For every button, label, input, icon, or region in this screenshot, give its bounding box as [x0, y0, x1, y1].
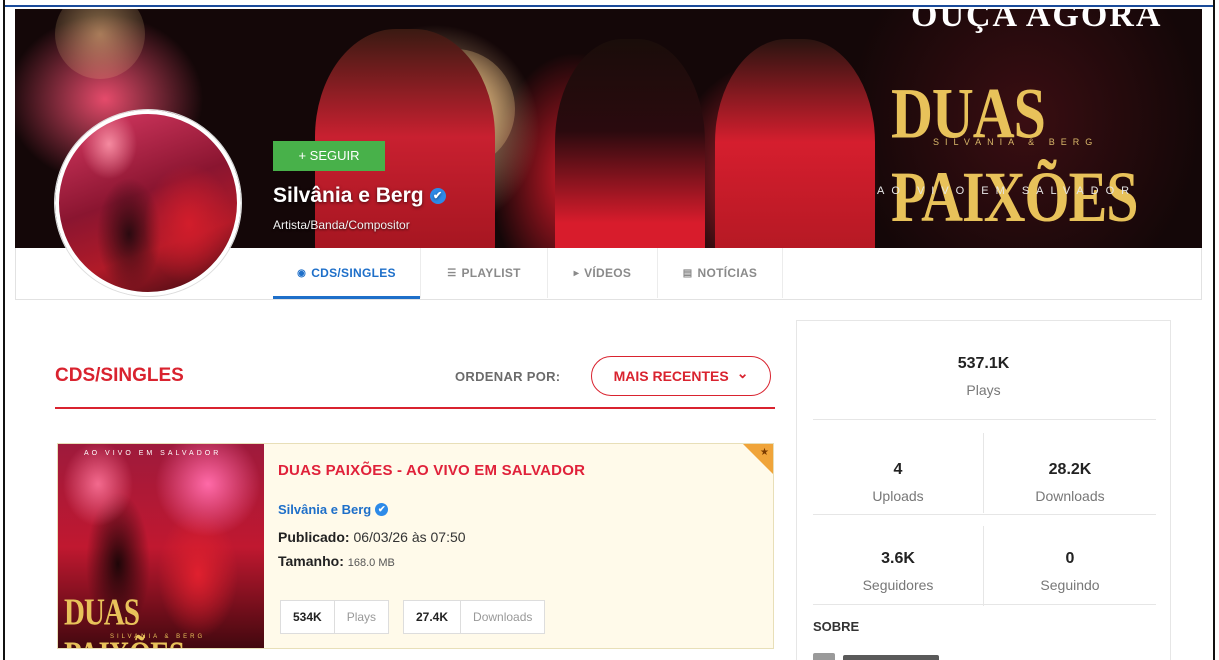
downloads-total-label: Downloads	[1035, 488, 1105, 504]
divider	[983, 433, 984, 513]
banner-album-sub: SILVANIA & BERG	[933, 137, 1099, 147]
plays-stat: 534K Plays	[280, 600, 390, 634]
singer-figure	[315, 29, 495, 248]
artist-name-text: Silvânia e Berg	[273, 184, 424, 207]
total-plays-value: 537.1K	[957, 355, 1010, 372]
published-label: Publicado:	[278, 529, 350, 545]
about-heading: SOBRE	[813, 619, 860, 634]
artist-name: Silvânia e Berg ✔	[273, 184, 446, 208]
artist-type: Artista/Banda/Compositor	[273, 218, 410, 232]
list-icon: ☰	[447, 267, 457, 279]
sort-dropdown[interactable]: MAIS RECENTES ⌄	[591, 356, 771, 396]
total-plays: 537.1K Plays	[797, 355, 1170, 398]
cover-top-text: AO VIVO EM SALVADOR	[84, 450, 222, 457]
singer-figure	[555, 39, 705, 248]
about-icon	[813, 653, 835, 660]
top-border	[5, 0, 1213, 7]
downloads-label: Downloads	[473, 610, 533, 624]
tab-label: NOTÍCIAS	[697, 266, 758, 280]
disc-icon: ◉	[297, 267, 307, 279]
about-text-cut	[843, 655, 939, 660]
uploads-stat: 4 Uploads	[813, 461, 983, 504]
follow-button[interactable]: + SEGUIR	[273, 141, 385, 171]
followers-value: 3.6K	[881, 550, 915, 567]
tab-label: CDS/SINGLES	[311, 266, 396, 280]
tab-cds-singles[interactable]: ◉ CDS/SINGLES	[273, 248, 421, 299]
following-label: Seguindo	[1040, 577, 1100, 593]
section-divider	[55, 407, 775, 409]
divider	[813, 419, 1156, 420]
following-value: 0	[1065, 550, 1075, 567]
sort-value: MAIS RECENTES	[613, 368, 729, 384]
banner-album-logo: DUAS PAIXÕES	[891, 72, 1139, 238]
tab-label: PLAYLIST	[461, 266, 521, 280]
release-title[interactable]: DUAS PAIXÕES - AO VIVO EM SALVADOR	[278, 462, 585, 479]
plays-count: 534K	[281, 601, 335, 633]
cover-sub: SILVANIA & BERG	[110, 634, 206, 640]
avatar[interactable]	[55, 110, 241, 296]
followers-label: Seguidores	[862, 577, 934, 593]
followers-stat[interactable]: 3.6K Seguidores	[813, 550, 983, 593]
star-icon: ★	[760, 447, 769, 458]
divider	[813, 514, 1156, 515]
chevron-down-icon: ⌄	[736, 364, 749, 381]
divider	[983, 526, 984, 606]
following-stat[interactable]: 0 Seguindo	[985, 550, 1155, 593]
divider	[813, 604, 1156, 605]
tab-playlist[interactable]: ☰ PLAYLIST	[421, 248, 548, 298]
stats-panel: 537.1K Plays 4 Uploads 28.2K Downloads 3…	[796, 320, 1171, 660]
downloads-total-stat: 28.2K Downloads	[985, 461, 1155, 504]
downloads-total-value: 28.2K	[1048, 461, 1092, 478]
total-plays-label: Plays	[966, 382, 1001, 398]
downloads-stat: 27.4K Downloads	[403, 600, 546, 634]
sort-label: ORDENAR POR:	[455, 369, 561, 384]
news-icon: ▤	[682, 267, 693, 279]
profile-page: OUÇA AGORA DUAS PAIXÕES SILVANIA & BERG …	[3, 0, 1215, 660]
tab-videos[interactable]: ▸ VÍDEOS	[548, 248, 658, 298]
release-cover[interactable]: AO VIVO EM SALVADOR DUAS PAIXÕES SILVANI…	[58, 444, 264, 648]
uploads-label: Uploads	[872, 488, 924, 504]
size-label: Tamanho:	[278, 553, 344, 569]
size-value: 168.0 MB	[347, 557, 395, 569]
release-artist[interactable]: Silvânia e Berg ✔	[278, 502, 389, 517]
plays-label: Plays	[346, 610, 377, 624]
release-artist-name: Silvânia e Berg	[278, 502, 372, 517]
release-card[interactable]: AO VIVO EM SALVADOR DUAS PAIXÕES SILVANI…	[57, 443, 774, 649]
published-value: 06/03/26 às 07:50	[353, 529, 466, 545]
release-published: Publicado: 06/03/26 às 07:50	[278, 529, 466, 545]
play-icon: ▸	[573, 267, 580, 279]
tab-noticias[interactable]: ▤ NOTÍCIAS	[658, 248, 783, 298]
stage-light	[55, 9, 145, 79]
section-title: CDS/SINGLES	[55, 365, 184, 386]
singer-figure	[715, 39, 875, 248]
tab-label: VÍDEOS	[584, 266, 632, 280]
banner-album-live: AO VIVO EM SALVADOR	[877, 185, 1137, 197]
banner-headline: OUÇA AGORA	[911, 9, 1163, 34]
downloads-count: 27.4K	[404, 601, 462, 633]
uploads-value: 4	[893, 461, 903, 478]
cover-logo: DUAS PAIXÕES	[64, 592, 185, 648]
verified-icon: ✔	[429, 188, 446, 204]
verified-icon: ✔	[375, 503, 389, 516]
release-size: Tamanho: 168.0 MB	[278, 553, 395, 569]
